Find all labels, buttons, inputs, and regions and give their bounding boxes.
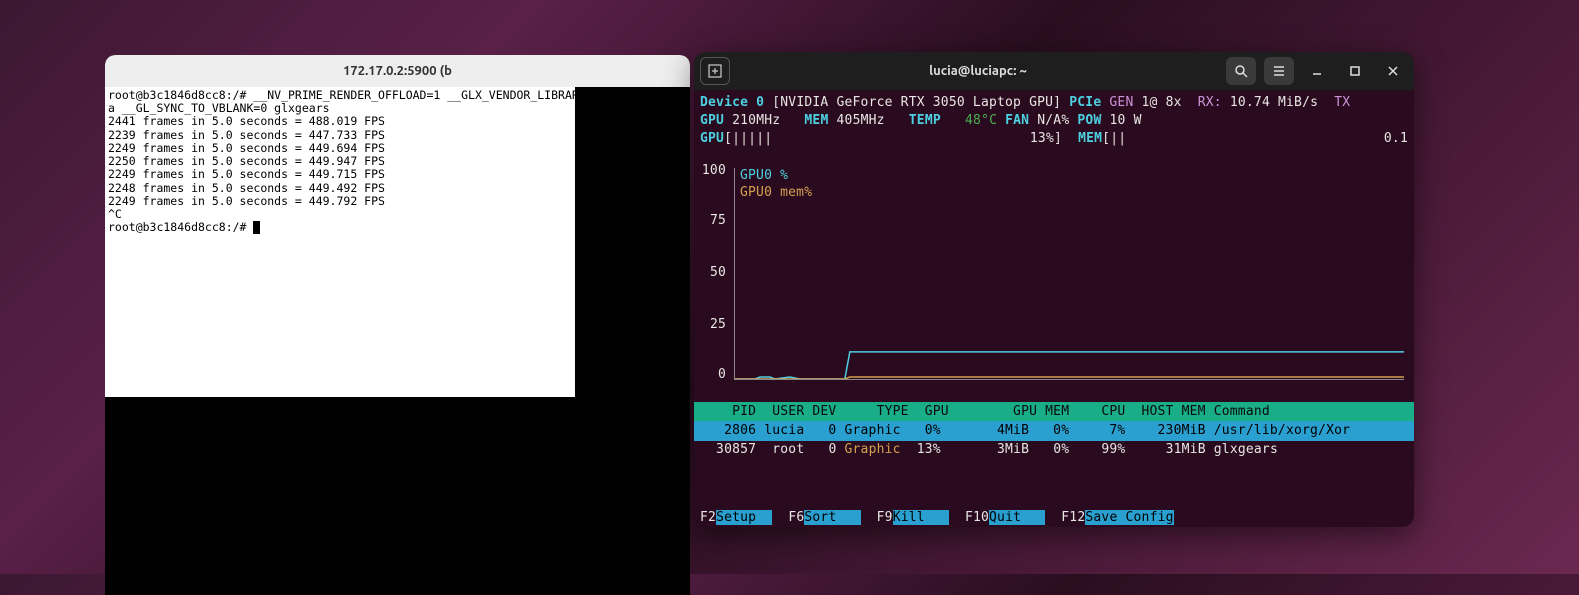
pcie-label: PCIe [1069,95,1101,110]
function-keys-bar: F2Setup F6Sort F9Kill F10Quit F12Save Co… [694,509,1414,527]
gpu-label: GPU [700,113,724,128]
proc-dev: 0 [804,442,836,457]
maximize-button[interactable] [1340,57,1370,85]
menu-icon [1272,64,1286,78]
y-tick: 50 [710,264,726,282]
vnc-line: 2249 frames in 5.0 seconds = 449.694 FPS [108,141,385,155]
new-tab-button[interactable] [700,57,730,85]
cursor-icon [253,221,260,234]
mem-label: MEM [804,113,828,128]
proc-type: Graphic [836,442,900,457]
process-row[interactable]: 30857 root 0 Graphic 13% 3MiB 0% 99% 31M… [694,440,1414,460]
vnc-title: 172.17.0.2:5900 (b [343,64,452,78]
f12-label[interactable]: Save Config [1085,510,1173,525]
proc-hostmem: 31MiB [1125,442,1205,457]
vnc-window: 172.17.0.2:5900 (b root@b3c1846d8cc8:/# … [105,55,690,595]
close-icon [1387,65,1399,77]
chart-y-axis: 100 75 50 25 0 [700,168,730,390]
proc-cmd: glxgears [1206,442,1278,457]
vnc-line: 2441 frames in 5.0 seconds = 488.019 FPS [108,114,385,128]
f9-key[interactable]: F9 [877,510,893,525]
rx-val: 10.74 MiB/s [1230,95,1318,110]
proc-gpumem: 3MiB [941,442,1029,457]
gpu-clk: 210MHz [732,113,780,128]
f10-label[interactable]: Quit [989,510,1045,525]
vnc-line: 2249 frames in 5.0 seconds = 449.792 FPS [108,194,385,208]
legend-gpu-mem: GPU0 mem% [740,185,812,202]
gpu-pct: 13%] [1030,130,1062,148]
vnc-line: 2250 frames in 5.0 seconds = 449.947 FPS [108,154,385,168]
gpu-chart: 100 75 50 25 0 GPU0 % GPU0 mem% [700,168,1404,390]
device-label: Device 0 [700,95,764,110]
fan-val: N/A% [1037,113,1069,128]
legend-gpu-pct: GPU0 % [740,168,812,185]
temp-val: 48°C [965,113,997,128]
temp-label: TEMP [909,113,941,128]
f9-label[interactable]: Kill [893,510,949,525]
new-tab-icon [708,64,722,78]
gen-val: 1@ 8x [1142,95,1182,110]
terminal-window: lucia@luciapc: ~ Device 0 [NVIDIA GeForc… [694,52,1414,527]
vnc-line: root@b3c1846d8cc8:/# __NV_PRIME_RENDER_O… [108,88,575,102]
f6-label[interactable]: Sort [804,510,860,525]
proc-pid: 30857 [700,442,756,457]
y-tick: 25 [710,316,726,334]
process-row-selected[interactable]: 2806 lucia 0 Graphic 0% 4MiB 0% 7% 230Mi… [694,421,1414,441]
terminal-body[interactable]: Device 0 [NVIDIA GeForce RTX 3050 Laptop… [694,90,1414,527]
mem-pct: 0.1 [1384,130,1408,148]
search-icon [1234,64,1248,78]
proc-gpu: 13% [901,442,941,457]
f10-key[interactable]: F10 [965,510,989,525]
vnc-line: 2249 frames in 5.0 seconds = 449.715 FPS [108,167,385,181]
nvtop-header-line3: GPU[||||| 13%] MEM[|| 0.1 [700,130,1408,148]
f2-key[interactable]: F2 [700,510,716,525]
f6-key[interactable]: F6 [788,510,804,525]
terminal-title: lucia@luciapc: ~ [738,64,1218,78]
vnc-terminal-content[interactable]: root@b3c1846d8cc8:/# __NV_PRIME_RENDER_O… [105,87,575,397]
search-button[interactable] [1226,57,1256,85]
device-name: [NVIDIA GeForce RTX 3050 Laptop GPU] [772,95,1061,110]
y-tick: 0 [718,366,726,384]
gpu-pct-line [735,352,1404,379]
proc-user: root [756,442,804,457]
f2-label[interactable]: Setup [716,510,772,525]
vnc-line: 2248 frames in 5.0 seconds = 449.492 FPS [108,181,385,195]
gen-label: GEN [1109,95,1133,110]
mem-bar-label: MEM [1078,130,1102,148]
tx-label: TX [1334,95,1350,110]
minimize-icon [1311,65,1323,77]
pow-val: 10 W [1110,113,1142,128]
mem-clk: 405MHz [837,113,885,128]
chart-legend: GPU0 % GPU0 mem% [740,168,812,202]
minimize-button[interactable] [1302,57,1332,85]
process-table-header: PID USER DEV TYPE GPU GPU MEM CPU HOST M… [694,402,1414,422]
vnc-titlebar[interactable]: 172.17.0.2:5900 (b [105,55,690,87]
proc-cpu: 99% [1069,442,1125,457]
y-tick: 75 [710,212,726,230]
gpu-bar: [||||| [724,130,772,148]
y-tick: 100 [702,162,726,180]
f12-key[interactable]: F12 [1061,510,1085,525]
vnc-line: 2239 frames in 5.0 seconds = 447.733 FPS [108,128,385,142]
rx-label: RX: [1198,95,1222,110]
proc-gpupct: 0% [1029,442,1069,457]
mem-bar: [|| [1102,130,1126,148]
vnc-line: ^C [108,207,122,221]
close-button[interactable] [1378,57,1408,85]
menu-button[interactable] [1264,57,1294,85]
nvtop-header-line2: GPU 210MHz MEM 405MHz TEMP 48°C FAN N/A%… [700,112,1408,130]
vnc-prompt: root@b3c1846d8cc8:/# [108,220,253,234]
fan-label: FAN [1005,113,1029,128]
chart-plot [734,168,1404,380]
gpu-bar-label: GPU [700,130,724,148]
pow-label: POW [1077,113,1101,128]
chart-svg [735,168,1404,379]
maximize-icon [1349,65,1361,77]
gpu-mem-line [735,377,1404,379]
vnc-line: a __GL_SYNC_TO_VBLANK=0 glxgears [108,101,330,115]
nvtop-header-line1: Device 0 [NVIDIA GeForce RTX 3050 Laptop… [700,94,1408,112]
terminal-titlebar[interactable]: lucia@luciapc: ~ [694,52,1414,90]
